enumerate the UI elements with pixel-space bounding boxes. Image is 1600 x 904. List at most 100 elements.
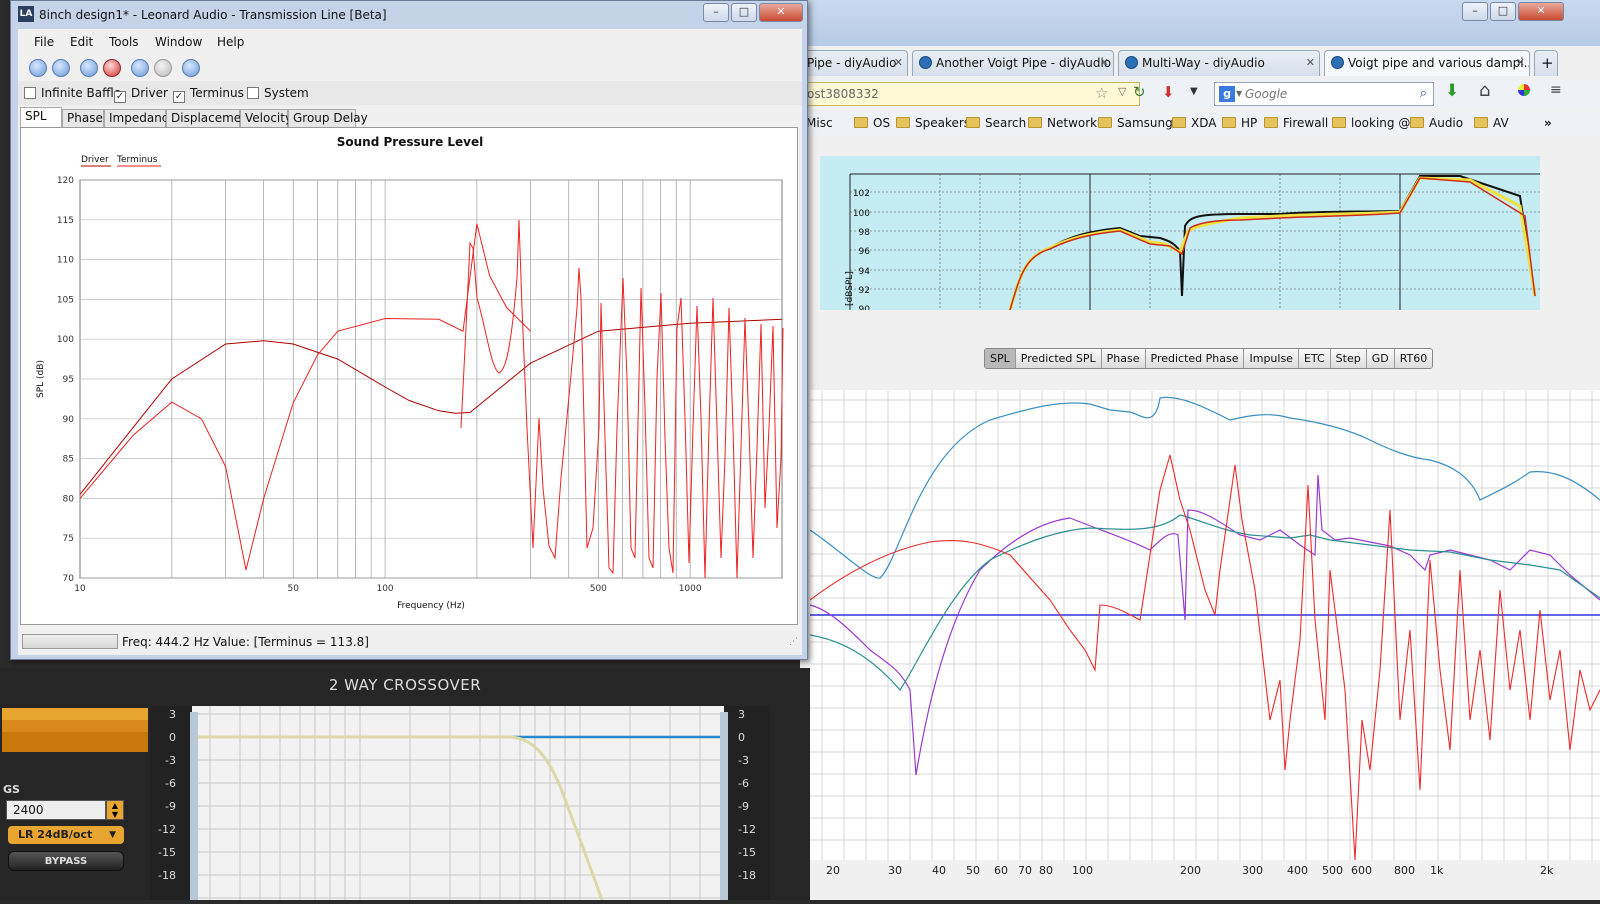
tab-spl[interactable]: SPL	[20, 107, 62, 127]
tab-spl[interactable]: SPL	[985, 349, 1016, 368]
checkbox-box[interactable]	[24, 87, 36, 99]
slope-select[interactable]: LR 24dB/oct ▼	[8, 826, 124, 844]
forward-icon[interactable]	[154, 59, 172, 77]
more-bookmarks-icon[interactable]: »	[1544, 116, 1552, 130]
close-button[interactable]: ✕	[759, 3, 803, 22]
rew-spl-graph[interactable]	[810, 390, 1600, 860]
resize-grip-icon[interactable]: ⋰	[789, 637, 798, 647]
bookmark-label: Network	[1047, 116, 1098, 130]
home-icon[interactable]: ⌂	[1479, 80, 1490, 101]
close-tab-icon[interactable]: ✕	[1100, 51, 1109, 75]
tab-step[interactable]: Step	[1331, 349, 1367, 368]
bookmark-folder[interactable]: XDA	[1172, 116, 1216, 130]
spin-up-icon[interactable]: ▲	[112, 801, 118, 810]
y-tick-label: 100	[57, 335, 74, 345]
x-tick-label: 20	[826, 864, 840, 877]
browser-tab[interactable]: Multi-Way - diyAudio ✕	[1118, 50, 1320, 76]
play-icon[interactable]	[182, 59, 200, 77]
crossover-frequency-input[interactable]: 2400	[6, 800, 106, 820]
stop-icon[interactable]	[103, 59, 121, 77]
bookmark-folder[interactable]: HP	[1222, 116, 1257, 130]
bookmark-folder[interactable]: Firewall	[1264, 116, 1328, 130]
menu-window[interactable]: Window	[155, 35, 202, 49]
terminus-checkbox[interactable]: ✓ Terminus	[173, 86, 244, 103]
new-icon[interactable]	[29, 59, 47, 77]
bookmark-folder[interactable]: Search	[966, 116, 1026, 130]
checkmark-icon[interactable]: ✓	[114, 91, 126, 103]
search-icon[interactable]: ⌕	[1420, 83, 1427, 105]
bookmark-folder[interactable]: Misc	[806, 116, 833, 130]
close-tab-icon[interactable]: ✕	[1306, 51, 1315, 75]
browser-tab-active[interactable]: Voigt pipe and various dampi... ✕	[1324, 50, 1530, 76]
driver-checkbox[interactable]: ✓ Driver	[114, 86, 168, 103]
tab-impedance[interactable]: Impedance	[104, 109, 176, 127]
tab-etc[interactable]: ETC	[1299, 349, 1331, 368]
tab-gd[interactable]: GD	[1367, 349, 1395, 368]
bookmark-folder[interactable]: looking @	[1332, 116, 1410, 130]
y-tick-label: -18	[738, 869, 756, 882]
tab-rt60[interactable]: RT60	[1395, 349, 1433, 368]
addon-icon[interactable]	[1518, 84, 1530, 96]
search-engine-dropdown-icon[interactable]: ▼	[1236, 83, 1242, 105]
dropdown-arrow-icon[interactable]: ▽	[1118, 85, 1126, 98]
browser-tab[interactable]: Another Voigt Pipe - diyAudio ✕	[912, 50, 1114, 76]
bookmark-folder[interactable]: OS	[854, 116, 890, 130]
download-arrow-icon[interactable]: ⬇	[1445, 81, 1459, 101]
checkmark-icon[interactable]: ✓	[173, 91, 185, 103]
bookmark-folder[interactable]: Audio	[1410, 116, 1463, 130]
tab-displacement[interactable]: Displacement	[166, 109, 254, 127]
bypass-button[interactable]: BYPASS	[8, 851, 124, 871]
chart-title: Sound Pressure Level	[337, 135, 484, 149]
tab-impulse[interactable]: Impulse	[1244, 349, 1299, 368]
back-icon[interactable]	[131, 59, 149, 77]
bookmark-folder[interactable]: Speakers	[896, 116, 970, 130]
y-tick-label: 3	[169, 708, 176, 721]
maximize-button[interactable]: □	[731, 3, 757, 22]
close-tab-icon[interactable]: ✕	[1516, 51, 1525, 75]
system-checkbox[interactable]: System	[247, 86, 309, 100]
bookmark-star-icon[interactable]: ☆	[1095, 84, 1108, 102]
minimize-button[interactable]: –	[703, 3, 729, 22]
close-button[interactable]: ✕	[1518, 2, 1564, 21]
menu-icon[interactable]: ≡	[1550, 82, 1562, 98]
new-tab-button[interactable]: +	[1534, 50, 1558, 76]
bookmark-label: looking @	[1351, 116, 1411, 130]
tab-velocity[interactable]: Velocity	[240, 109, 292, 127]
tab-predicted-phase[interactable]: Predicted Phase	[1146, 349, 1245, 368]
menu-file[interactable]: File	[34, 35, 54, 49]
tab-phase[interactable]: Phase	[1102, 349, 1146, 368]
y-tick-label: 70	[63, 574, 75, 584]
tab-predicted-spl[interactable]: Predicted SPL	[1016, 349, 1102, 368]
browser-tab[interactable]: Pipe - diyAudio ✕	[800, 50, 908, 76]
download-icon[interactable]: ⬇	[1162, 83, 1175, 101]
checkbox-box[interactable]	[247, 87, 259, 99]
menu-dropdown-icon[interactable]: ▼	[1190, 86, 1198, 97]
bookmark-folder[interactable]: Samsung	[1098, 116, 1173, 130]
diyaudio-favicon-icon	[919, 56, 932, 69]
maximize-button[interactable]: □	[1490, 2, 1516, 21]
chevron-down-icon: ▼	[109, 830, 116, 840]
search-input[interactable]: g ▼ Google ⌕	[1214, 82, 1434, 106]
menu-tools[interactable]: Tools	[109, 35, 139, 49]
close-tab-icon[interactable]: ✕	[894, 51, 903, 75]
tab-phase[interactable]: Phase	[62, 109, 104, 127]
bookmark-folder[interactable]: AV	[1474, 116, 1509, 130]
browser-tab-label: Pipe - diyAudio	[807, 56, 897, 70]
spin-down-icon[interactable]: ▼	[112, 810, 118, 819]
reload-icon[interactable]: ↻	[1133, 83, 1146, 101]
url-bar[interactable]: ost3808332	[800, 82, 1140, 106]
bookmark-folder[interactable]: Network	[1028, 116, 1097, 130]
infinite-baffle-checkbox[interactable]: Infinite Baffle	[24, 86, 121, 100]
record-icon[interactable]	[80, 59, 98, 77]
frequency-spinner[interactable]: ▲ ▼	[106, 800, 124, 820]
menu-help[interactable]: Help	[217, 35, 244, 49]
minimize-button[interactable]: –	[1462, 2, 1488, 21]
x-tick-label: 60	[994, 864, 1008, 877]
bookmark-label: OS	[873, 116, 891, 130]
open-icon[interactable]	[52, 59, 70, 77]
menu-edit[interactable]: Edit	[70, 35, 93, 49]
tab-group-delay[interactable]: Group Delay	[288, 109, 368, 127]
x-tick-label: 100	[1072, 864, 1093, 877]
display-options: Infinite Baffle ✓ Driver ✓ Terminus System	[18, 81, 802, 105]
y-tick-label: -6	[738, 777, 749, 790]
